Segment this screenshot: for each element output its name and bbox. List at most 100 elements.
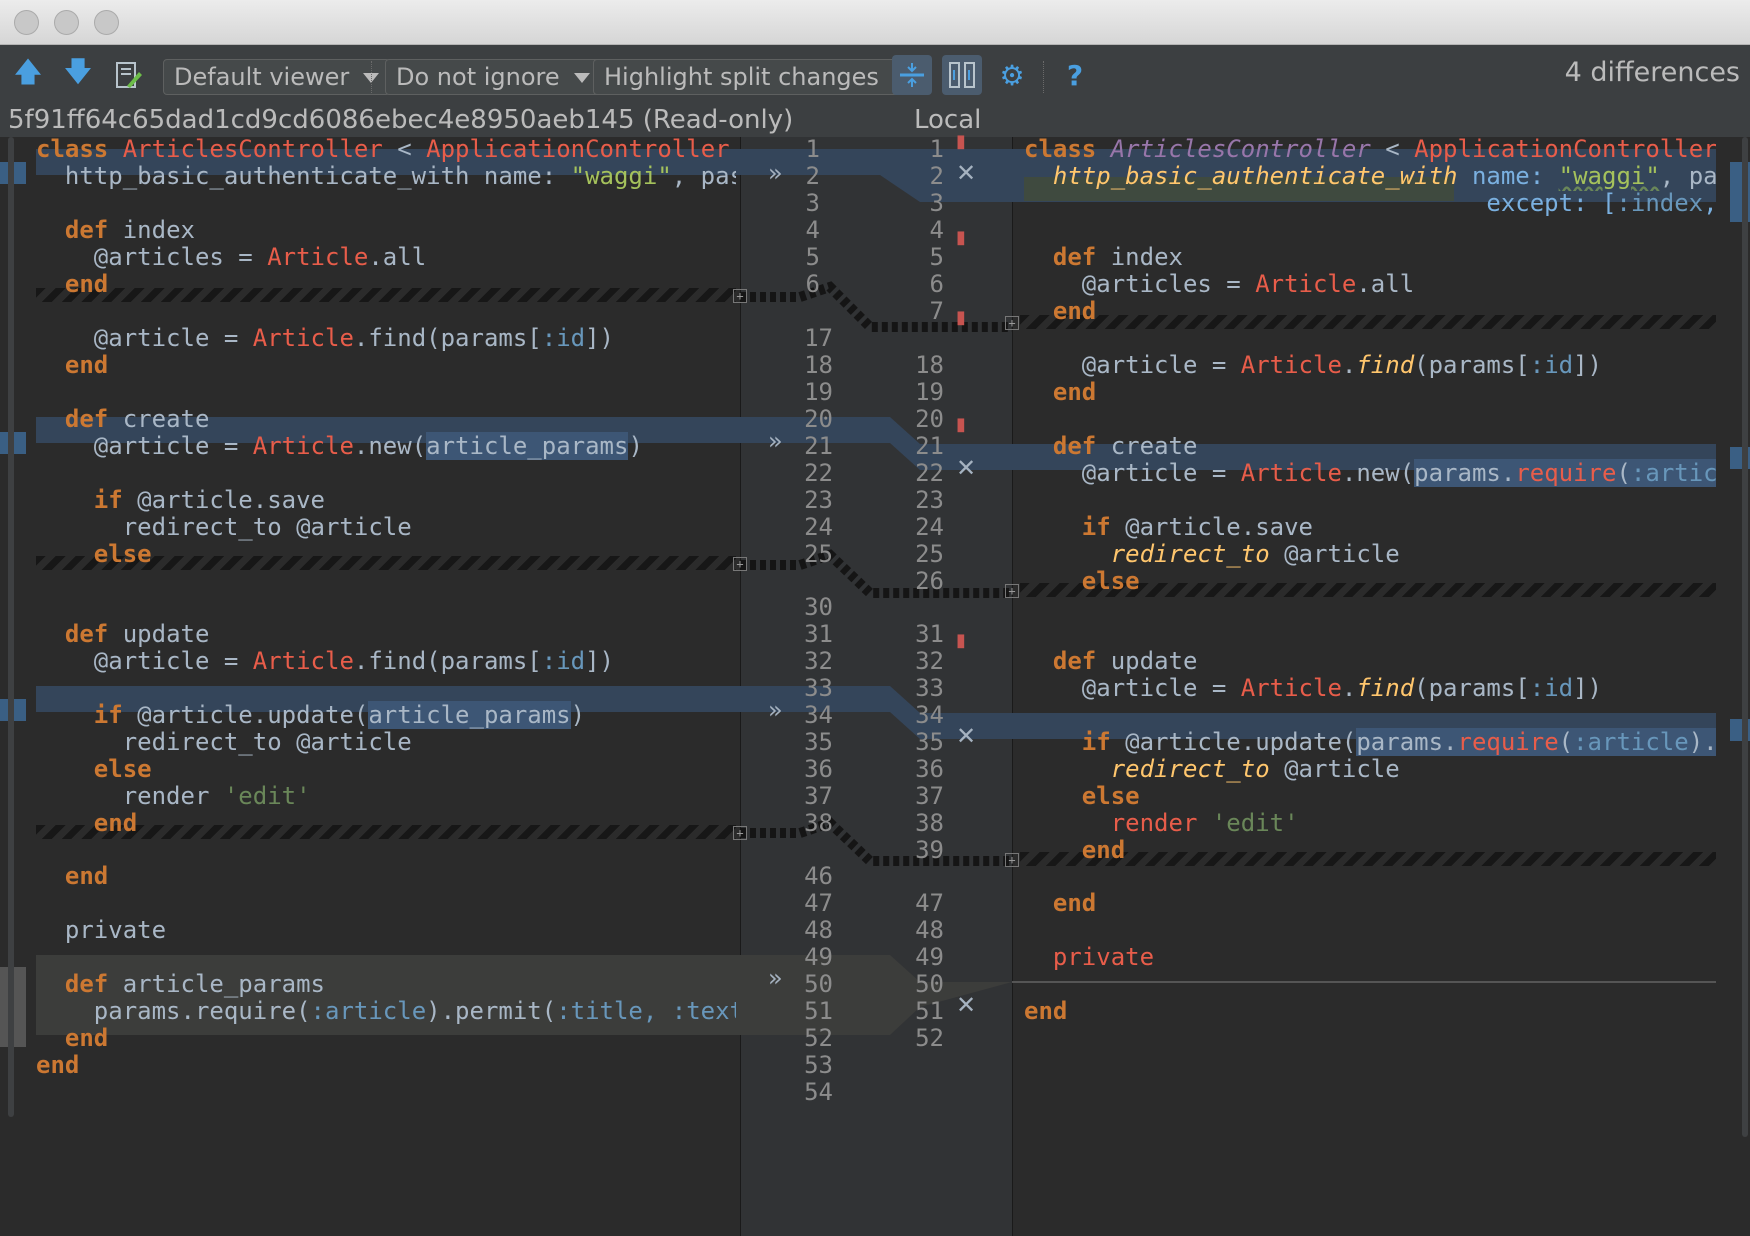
line-number: 22 <box>804 459 833 487</box>
panel-headers: 5f91ff64c65dad1cd9cd6086ebec4e8950aeb145… <box>0 105 1750 137</box>
line-number: 4 <box>805 216 820 244</box>
line-number: 17 <box>804 324 833 352</box>
code-line: end <box>1052 297 1097 325</box>
code-line: redirect_to @article <box>36 513 412 541</box>
collapsed-region[interactable] <box>36 288 736 302</box>
line-number: 36 <box>915 755 944 783</box>
code-line: class ArticlesController < ApplicationCo… <box>36 135 730 163</box>
code-line: end <box>64 1024 109 1052</box>
line-number: 51 <box>915 997 944 1025</box>
code-line: def article_params <box>64 970 326 998</box>
line-number: 6 <box>929 270 944 298</box>
code-line: end <box>1081 836 1126 864</box>
highlight-mode-dropdown[interactable]: Highlight split changes <box>593 59 920 95</box>
apply-change-icon[interactable]: » <box>768 427 783 455</box>
line-number: 50 <box>915 970 944 998</box>
line-number: 48 <box>915 916 944 944</box>
line-number: 3 <box>929 189 944 217</box>
code-line: http_basic_authenticate_with name: "wagg… <box>1052 162 1716 190</box>
diff-editor: + + + + + + 1 2 3 4 5 6 17 18 19 20 21 2… <box>0 131 1750 1236</box>
line-number: 25 <box>915 540 944 568</box>
edit-source-icon[interactable] <box>108 55 148 95</box>
line-number: 33 <box>804 674 833 702</box>
gear-icon[interactable]: ⚙ <box>992 55 1032 95</box>
expand-fold-icon[interactable]: + <box>733 289 747 303</box>
collapsed-region[interactable] <box>1020 315 1716 329</box>
line-number: 21 <box>804 432 833 460</box>
bookmark-icon: ▮ <box>956 131 966 152</box>
line-number: 37 <box>804 782 833 810</box>
line-number: 33 <box>915 674 944 702</box>
expand-fold-icon[interactable]: + <box>733 557 747 571</box>
line-number: 32 <box>804 647 833 675</box>
code-line: redirect_to @article <box>1110 540 1400 568</box>
code-line: def create <box>1052 432 1198 460</box>
zoom-window-button[interactable] <box>94 10 119 35</box>
line-number: 52 <box>804 1024 833 1052</box>
window-titlebar <box>0 0 1750 45</box>
code-line: def update <box>1052 647 1198 675</box>
line-number: 1 <box>929 135 944 163</box>
line-number: 4 <box>929 216 944 244</box>
close-window-button[interactable] <box>14 10 39 35</box>
ignore-whitespace-dropdown[interactable]: Do not ignore <box>385 59 601 95</box>
diff-connectors <box>740 149 1012 1035</box>
code-line: private <box>1052 943 1155 971</box>
line-number: 2 <box>929 162 944 190</box>
expand-fold-icon[interactable]: + <box>1005 584 1019 598</box>
code-line: if @article.save <box>1081 513 1313 541</box>
expand-fold-icon[interactable]: + <box>1005 853 1019 867</box>
line-number: 34 <box>804 701 833 729</box>
bookmark-icon: ▮ <box>956 414 966 435</box>
line-number: 48 <box>804 916 833 944</box>
code-line: if @article.update(params.require(:artic… <box>1024 727 1716 757</box>
right-scrollbar[interactable] <box>1742 137 1748 1137</box>
line-number: 21 <box>915 432 944 460</box>
differences-count: 4 differences <box>1564 57 1740 88</box>
sync-scroll-icon[interactable] <box>942 55 982 95</box>
line-number: 36 <box>804 755 833 783</box>
viewer-dropdown[interactable]: Default viewer <box>163 59 391 95</box>
arrow-up-icon[interactable]: 🡅 <box>8 55 48 95</box>
help-icon[interactable]: ? <box>1055 55 1095 95</box>
divider <box>1012 981 1716 983</box>
line-number: 47 <box>915 889 944 917</box>
line-number: 35 <box>804 728 833 756</box>
code-line: render 'edit' <box>36 782 311 810</box>
left-scrollbar[interactable] <box>8 137 14 1117</box>
revert-change-icon[interactable]: ✕ <box>956 722 976 750</box>
code-line: end <box>64 862 109 890</box>
line-number: 49 <box>915 943 944 971</box>
revert-change-icon[interactable]: ✕ <box>956 159 976 187</box>
revert-change-icon[interactable]: ✕ <box>956 454 976 482</box>
collapsed-region[interactable] <box>36 825 736 839</box>
line-number: 37 <box>915 782 944 810</box>
expand-fold-icon[interactable]: + <box>733 826 747 840</box>
apply-change-icon[interactable]: » <box>768 964 783 992</box>
line-number: 5 <box>805 243 820 271</box>
bookmark-icon: ▮ <box>956 227 966 248</box>
line-number: 19 <box>915 378 944 406</box>
line-number: 50 <box>804 970 833 998</box>
line-number: 51 <box>804 997 833 1025</box>
line-number: 52 <box>915 1024 944 1052</box>
code-line: else <box>1081 567 1140 595</box>
code-line: class ArticlesController < ApplicationCo… <box>1024 135 1716 163</box>
arrow-down-icon[interactable]: 🡇 <box>58 55 98 95</box>
minimize-window-button[interactable] <box>54 10 79 35</box>
expand-fold-icon[interactable]: + <box>1005 316 1019 330</box>
code-line: else <box>93 755 152 783</box>
diff-toolbar: 🡅 🡇 Default viewer Do not ignore Highlig… <box>0 45 1750 105</box>
line-number: 38 <box>804 809 833 837</box>
code-line: if @article.update(article_params) <box>93 701 586 729</box>
code-line: @article = Article.new(article_params) <box>36 432 643 460</box>
line-number: 18 <box>915 351 944 379</box>
code-line: @article = Article.new(params.require(:a… <box>1024 458 1716 488</box>
code-line: end <box>64 351 109 379</box>
apply-change-icon[interactable]: » <box>768 696 783 724</box>
collapse-unchanged-icon[interactable] <box>892 55 932 95</box>
revert-change-icon[interactable]: ✕ <box>956 991 976 1019</box>
line-number: 31 <box>804 620 833 648</box>
apply-change-icon[interactable]: » <box>768 159 783 187</box>
line-number: 7 <box>929 297 944 325</box>
